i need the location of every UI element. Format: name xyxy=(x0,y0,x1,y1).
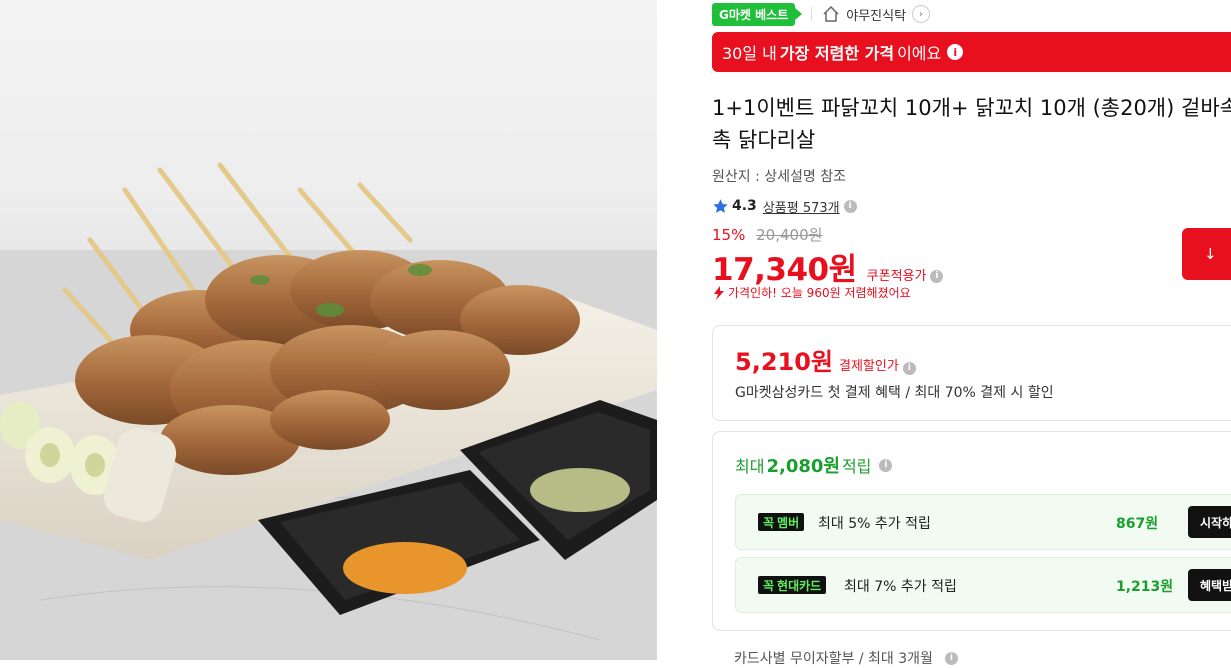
card-price-row: 5,210원 결제할인가 i xyxy=(735,342,916,377)
price-drop-text: 가격인하! 오늘 960원 저렴해졌어요 xyxy=(728,286,911,300)
points-row-hyundai-card[interactable]: 꼭 현대카드 최대 7% 추가 적립 1,213원 혜택받 xyxy=(735,557,1231,613)
card-discount-label: 결제할인가 xyxy=(839,359,899,374)
best-badge: G마켓 베스트 xyxy=(712,2,803,26)
price-row: 17,340원 쿠폰적용가 i xyxy=(712,244,944,289)
info-icon[interactable]: i xyxy=(843,199,857,213)
points-row-amount: 867원 xyxy=(1116,516,1159,532)
points-suffix: 적립 xyxy=(841,457,872,476)
discount-rate: 15% xyxy=(712,226,746,244)
banner-suffix: 이에요 xyxy=(897,44,942,63)
product-image[interactable] xyxy=(0,0,657,660)
home-icon xyxy=(822,5,840,23)
banner-prefix: 30일 내 xyxy=(722,44,777,63)
star-icon xyxy=(712,198,729,215)
points-prefix: 최대 xyxy=(735,457,765,476)
member-badge: 꼭 멤버 xyxy=(758,513,805,531)
coupon-price-label: 쿠폰적용가 xyxy=(866,269,927,284)
points-row-text: 최대 5% 추가 적립 xyxy=(818,516,931,532)
discount-row: 15% 20,400원 xyxy=(712,224,822,245)
card-discount-box[interactable]: 5,210원 결제할인가 i G마켓삼성카드 첫 결제 혜택 / 최대 70% … xyxy=(712,325,1231,421)
product-info-panel: G마켓 베스트 야무진식탁 › 30일 내 가장 저렴한 가격 이에요 i 1+… xyxy=(712,0,1231,667)
installment-text: 카드사별 무이자할부 / 최대 3개월 xyxy=(734,651,933,667)
points-heading: 최대 2,080원 적립 i xyxy=(735,452,893,478)
points-row-member[interactable]: 꼭 멤버 최대 5% 추가 적립 867원 시작하 xyxy=(735,494,1231,550)
product-photo-illustration xyxy=(0,162,657,660)
final-price: 17,340원 xyxy=(712,252,857,288)
info-icon[interactable]: i xyxy=(879,458,893,472)
info-icon[interactable]: i xyxy=(930,269,944,283)
info-icon[interactable]: i xyxy=(944,651,958,665)
badge-prefix: 꼭 xyxy=(763,578,775,593)
points-amount: 2,080원 xyxy=(766,456,840,477)
card-benefit-description: G마켓삼성카드 첫 결제 혜택 / 최대 70% 결제 시 할인 xyxy=(735,385,1054,401)
badge-label: 현대카드 xyxy=(777,578,822,593)
points-box: 최대 2,080원 적립 i 꼭 멤버 최대 5% 추가 적립 867원 시작하… xyxy=(712,431,1231,631)
price-drop-notice: 가격인하! 오늘 960원 저렴해졌어요 xyxy=(712,284,911,301)
coupon-download-button[interactable]: ↓ xyxy=(1182,228,1231,280)
start-member-button[interactable]: 시작하 xyxy=(1188,506,1231,538)
review-link[interactable]: 상품평 573개 xyxy=(763,197,840,216)
badge-prefix: 꼭 xyxy=(763,515,775,530)
rating-value: 4.3 xyxy=(732,198,757,214)
info-icon[interactable]: i xyxy=(902,361,916,375)
installment-info: 카드사별 무이자할부 / 최대 3개월 i xyxy=(734,648,958,668)
card-discount-price: 5,210원 xyxy=(735,348,833,376)
chevron-right-icon[interactable]: › xyxy=(912,5,931,23)
store-name-link[interactable]: 야무진식탁 xyxy=(846,5,906,24)
product-origin: 원산지 : 상세설명 참조 xyxy=(712,169,846,185)
store-bar: G마켓 베스트 야무진식탁 › xyxy=(712,2,931,26)
points-row-text: 최대 7% 추가 적립 xyxy=(844,579,957,595)
info-icon[interactable]: i xyxy=(947,44,964,60)
points-row-amount: 1,213원 xyxy=(1116,579,1174,595)
lightning-down-icon xyxy=(712,285,726,300)
banner-highlight: 가장 저렴한 가격 xyxy=(779,44,895,63)
divider xyxy=(811,7,813,21)
original-price: 20,400원 xyxy=(756,226,823,244)
badge-label: 멤버 xyxy=(777,515,800,530)
card-badge: 꼭 현대카드 xyxy=(758,576,827,594)
get-benefit-button[interactable]: 혜택받 xyxy=(1188,569,1231,601)
lowest-price-banner: 30일 내 가장 저렴한 가격 이에요 i xyxy=(712,32,1231,72)
product-title: 1+1이벤트 파닭꼬치 10개+ 닭꼬치 10개 (총20개) 겉바속촉 닭다리… xyxy=(712,96,1231,152)
download-icon: ↓ xyxy=(1204,245,1217,263)
rating-row: 4.3 상품평 573개 i xyxy=(712,196,857,216)
